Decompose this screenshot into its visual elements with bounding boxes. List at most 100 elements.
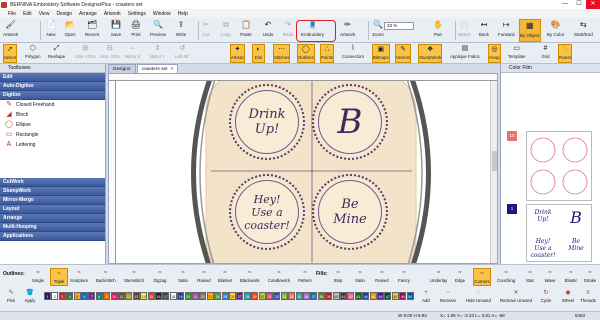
remove-unused-button[interactable]: ✕ Remove Unused — [500, 288, 532, 306]
fancy-tool-button[interactable]: ≈ Fancy — [396, 268, 412, 286]
section-applications[interactable]: Applications — [0, 232, 105, 241]
vectors-button[interactable]: ✎ Vectors — [395, 44, 412, 63]
hide-unused-button[interactable]: ◌ Hide Unused — [466, 288, 491, 306]
menu-arrange[interactable]: Arrange — [79, 11, 97, 17]
thread-swatch[interactable]: 42 — [347, 292, 355, 300]
recent-button[interactable]: 🗂 Recent — [85, 19, 99, 42]
select-button[interactable]: ⬚ Select — [458, 19, 471, 42]
thread-swatch[interactable]: 4 — [66, 292, 74, 300]
single-tool-button[interactable]: ≈ Single — [30, 268, 46, 286]
thread-swatch[interactable]: 31 — [266, 292, 273, 300]
menu-design[interactable]: Design — [56, 11, 72, 17]
blackwork-tool-button[interactable]: ≈ Blackwork — [240, 268, 260, 286]
thread-swatch[interactable]: 21 — [192, 292, 199, 300]
new-button[interactable]: 📄 New — [45, 19, 57, 42]
corners-tool-button[interactable]: ≈ Corners — [473, 268, 491, 286]
tab-design2[interactable]: Design2 — [108, 64, 136, 73]
artistic-button[interactable]: ✦ Artistic — [230, 44, 245, 63]
polygon-button[interactable]: ⬡ Polygon — [25, 44, 41, 63]
size-20--button[interactable]: ⊟ Size -20% — [100, 44, 120, 63]
forward-button[interactable]: ↦ Forward — [498, 19, 515, 42]
thread-swatch[interactable]: 23 — [206, 292, 214, 300]
section-digitize[interactable]: Digitize — [0, 91, 105, 100]
select-button[interactable]: ➚ Select — [3, 44, 17, 63]
menu-settings[interactable]: Settings — [128, 11, 146, 17]
thread-swatch[interactable]: 9 — [103, 292, 111, 300]
thread-swatch[interactable]: 41 — [340, 292, 347, 300]
back-button[interactable]: ↤ Back — [478, 19, 490, 42]
raised-tool-button[interactable]: ≈ Raised — [196, 268, 212, 286]
thread-swatch[interactable]: 3 — [58, 292, 66, 300]
coaster[interactable]: B — [312, 84, 388, 160]
thread-swatch[interactable]: 12 — [125, 292, 133, 300]
save-button[interactable]: 💾 Save — [110, 19, 122, 42]
thread-swatch[interactable]: 7 — [88, 292, 96, 300]
applique-fabric-button[interactable]: ▤ Applique Fabric — [450, 44, 480, 63]
stumpwork-button[interactable]: ❖ StumpWork — [418, 44, 443, 63]
print-button[interactable]: 🖨 Print — [130, 19, 142, 42]
mirror-x-button[interactable]: ⇔ Mirror X — [125, 44, 140, 63]
tab-coasters-set[interactable]: coasters set × — [136, 64, 179, 73]
thread-swatch[interactable]: 34 — [288, 292, 296, 300]
thread-swatch[interactable]: 33 — [280, 292, 288, 300]
thread-swatch[interactable]: 16 — [155, 292, 162, 300]
thread-swatch[interactable]: 28 — [243, 292, 251, 300]
thread-swatch[interactable]: 11 — [118, 292, 125, 300]
stitches-button[interactable]: ⋯ Stitches — [273, 44, 291, 63]
thread-swatch[interactable]: 43 — [354, 292, 362, 300]
rulers-button[interactable]: 📏 Rulers — [558, 44, 573, 63]
by-object-button[interactable]: ▦ By Object — [519, 19, 541, 42]
grid-button[interactable]: # Grid — [540, 44, 551, 63]
triple-tool-button[interactable]: ≈ Triple — [50, 268, 68, 286]
menu-view[interactable]: View — [39, 11, 50, 17]
section-stumpwork[interactable]: StumpWork — [0, 187, 105, 196]
thread-swatch[interactable]: 30 — [258, 292, 266, 300]
sculpture-tool-button[interactable]: ≈ Sculpture — [70, 268, 88, 286]
thread-swatch[interactable]: 2 — [51, 292, 59, 300]
thread-swatch[interactable]: 1 — [44, 292, 51, 300]
size-20--button[interactable]: ⊞ Size +20% — [75, 44, 96, 63]
remove-button[interactable]: − Remove — [440, 288, 456, 306]
thread-swatch[interactable]: 39 — [325, 292, 333, 300]
thread-swatch[interactable]: 20 — [184, 292, 192, 300]
outlines-button[interactable]: ◯ Outlines — [297, 44, 315, 63]
thread-swatch[interactable]: 24 — [214, 292, 222, 300]
reshape-button[interactable]: ⤢ Reshape — [48, 44, 65, 63]
start-end-button[interactable]: ⇆ Start/End — [574, 19, 593, 42]
thread-swatch[interactable]: 10 — [110, 292, 118, 300]
thread-swatch[interactable]: 44 — [362, 292, 370, 300]
color-film-item[interactable]: 10 — [504, 76, 598, 201]
mirror-y-button[interactable]: ⇕ Mirror Y — [150, 44, 165, 63]
bitmaps-button[interactable]: ▣ Bitmaps — [372, 44, 390, 63]
step-tool-button[interactable]: ≈ Step — [330, 268, 346, 286]
menu-edit[interactable]: Edit — [23, 11, 32, 17]
digitize-item-closed-freehand[interactable]: ✎ Closed Freehand — [0, 100, 105, 110]
artwork-button[interactable]: ✏ Artwork — [340, 19, 355, 42]
raised-tool-button[interactable]: ≈ Raised — [374, 268, 390, 286]
thread-swatch[interactable]: 37 — [310, 292, 318, 300]
couching-tool-button[interactable]: ≈ Couching — [497, 268, 515, 286]
thread-swatch[interactable]: 13 — [132, 292, 140, 300]
satin-tool-button[interactable]: ≈ Satin — [352, 268, 368, 286]
paste-button[interactable]: 📋 Paste — [240, 19, 252, 42]
thread-swatch[interactable]: 38 — [317, 292, 325, 300]
thread-swatch[interactable]: 35 — [295, 292, 303, 300]
blanket-tool-button[interactable]: ≈ Blanket — [217, 268, 233, 286]
wave-tool-button[interactable]: ≈ Wave — [542, 268, 558, 286]
edge-tool-button[interactable]: ≈ Edge — [452, 268, 468, 286]
left-45--button[interactable]: ↺ Left 45° — [175, 44, 190, 63]
thread-swatch[interactable]: 8 — [95, 292, 103, 300]
scrollbar-thumb[interactable] — [492, 151, 497, 171]
thread-swatch[interactable]: 15 — [147, 292, 155, 300]
thread-swatch[interactable]: 40 — [332, 292, 340, 300]
thread-swatch[interactable]: 5 — [73, 292, 81, 300]
thread-swatch[interactable]: 18 — [169, 292, 177, 300]
menu-window[interactable]: Window — [153, 11, 171, 17]
by-color-button[interactable]: 🎨 By Color — [547, 19, 564, 42]
cycle-button[interactable]: ↻ Cycle — [538, 288, 554, 306]
preview-button[interactable]: 🔍 Preview — [150, 19, 166, 42]
connectors-button[interactable]: ⌇ Connectors — [342, 44, 364, 63]
stroke-tool-button[interactable]: ≈ Stroke — [582, 268, 598, 286]
write-button[interactable]: ⇪ Write — [175, 19, 187, 42]
thread-swatch[interactable]: 25 — [221, 292, 229, 300]
